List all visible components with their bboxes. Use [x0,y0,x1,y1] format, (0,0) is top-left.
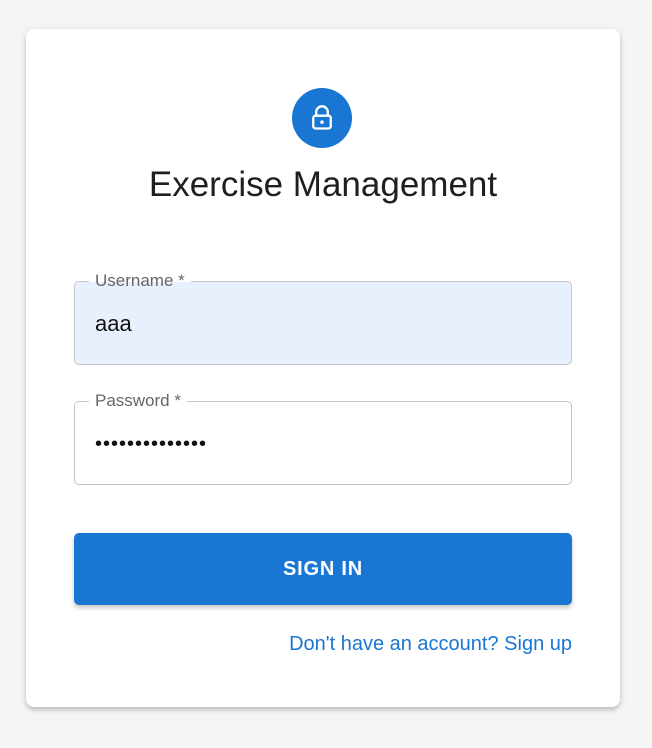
password-input[interactable] [95,430,545,458]
username-label: Username * [89,270,191,292]
sign-up-link[interactable]: Don't have an account? Sign up [289,632,572,656]
lock-avatar [292,88,352,148]
username-input[interactable] [95,310,545,338]
password-field[interactable]: Password * [74,390,572,485]
password-label: Password * [89,390,187,412]
sign-in-button[interactable]: SIGN IN [74,533,572,605]
login-card: Exercise Management Username * Password … [26,29,620,707]
lock-icon [312,105,332,130]
username-field[interactable]: Username * [74,270,572,365]
page-title: Exercise Management [148,165,498,204]
